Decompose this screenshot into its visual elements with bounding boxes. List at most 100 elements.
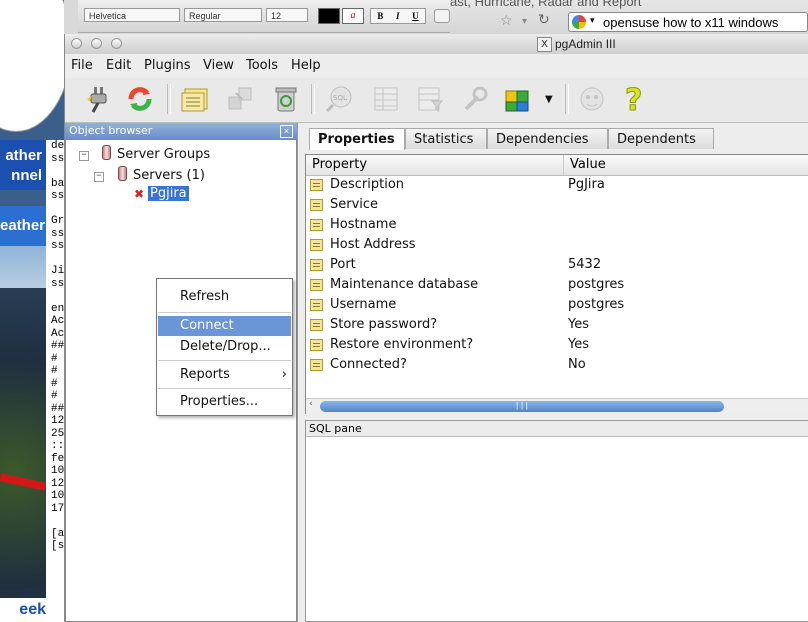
create-object-icon[interactable] xyxy=(225,84,255,114)
filtered-data-icon[interactable] xyxy=(415,84,445,114)
background-text-line: Gr xyxy=(51,215,65,227)
text-color-swatch[interactable] xyxy=(318,8,340,24)
context-menu: Refresh Connect Delete/Drop... Reports ›… xyxy=(156,278,293,416)
google-logo-icon xyxy=(572,15,586,29)
drop-trash-icon[interactable] xyxy=(271,84,301,114)
bookmark-star-icon[interactable]: ☆ xyxy=(500,13,513,29)
tab-properties[interactable]: Properties xyxy=(309,128,405,150)
property-row[interactable]: Username postgres xyxy=(306,295,808,315)
object-browser-title: Object browser xyxy=(69,124,153,137)
pgadmin-window: X pgAdmin III File Edit Plugins View Too… xyxy=(64,34,808,622)
weather-map-image xyxy=(0,288,47,598)
horizontal-scrollbar[interactable]: ‹ ||| xyxy=(306,398,808,414)
context-menu-connect[interactable]: Connect xyxy=(158,316,291,336)
background-text-line: ss xyxy=(51,240,65,252)
tab-dependencies[interactable]: Dependencies xyxy=(487,128,608,149)
minimize-window-button[interactable] xyxy=(91,38,102,49)
tree-item-server-groups[interactable]: Server Groups xyxy=(102,145,210,162)
tree-item-server-pgjira[interactable]: ✖ Pgjira xyxy=(134,186,189,201)
column-header-value[interactable]: Value xyxy=(564,155,808,175)
font-style-select[interactable]: Regular xyxy=(184,8,262,22)
tree-label-selected: Pgjira xyxy=(148,186,189,201)
format-toolbar: Helvetica Regular 12 a BIU xyxy=(78,0,450,33)
context-menu-properties[interactable]: Properties... xyxy=(158,392,291,412)
tab-statistics[interactable]: Statistics xyxy=(405,128,487,149)
sql-pane-header: SQL pane xyxy=(306,421,808,437)
weather-sky-image xyxy=(0,246,46,288)
property-row[interactable]: Host Address xyxy=(306,235,808,255)
background-text-line xyxy=(46,290,66,303)
align-icon[interactable] xyxy=(434,9,450,23)
close-icon[interactable]: × xyxy=(280,125,293,138)
collapse-server-groups-icon[interactable]: − xyxy=(79,151,89,161)
plugins-dropdown-icon[interactable]: ▼ xyxy=(545,94,553,105)
browser-tab-title: ast, Hurricane, Radar and Report xyxy=(450,0,642,9)
context-menu-delete-drop[interactable]: Delete/Drop... xyxy=(158,337,291,357)
menu-help[interactable]: Help xyxy=(291,58,321,73)
context-menu-reports[interactable]: Reports › xyxy=(158,365,291,385)
property-row[interactable]: Restore environment? Yes xyxy=(306,335,808,355)
property-row[interactable]: Description PgJira xyxy=(306,175,808,195)
property-value: postgres xyxy=(568,277,625,292)
x11-icon: X xyxy=(537,37,552,52)
property-value: Yes xyxy=(568,317,589,332)
clock-widget xyxy=(0,0,64,132)
sql-query-icon[interactable]: SQL xyxy=(325,84,355,114)
zoom-window-button[interactable] xyxy=(111,38,122,49)
property-row[interactable]: Hostname xyxy=(306,215,808,235)
property-row[interactable]: Store password? Yes xyxy=(306,315,808,335)
view-data-icon[interactable] xyxy=(371,84,401,114)
background-text-line: Ac xyxy=(51,327,65,340)
highlight-color-swatch[interactable]: a xyxy=(342,8,364,24)
guru-hints-icon[interactable] xyxy=(577,84,607,114)
connect-plug-icon[interactable] xyxy=(83,84,113,114)
history-dropdown-icon[interactable]: ▾ xyxy=(522,16,527,27)
column-header-property[interactable]: Property xyxy=(306,155,564,175)
property-value: Yes xyxy=(568,337,589,352)
properties-list: Property Value Description PgJira Service H… xyxy=(305,154,808,414)
menu-plugins[interactable]: Plugins xyxy=(144,58,191,73)
plugins-puzzle-icon[interactable] xyxy=(503,84,533,114)
scrollbar-thumb[interactable]: ||| xyxy=(320,401,724,412)
background-text-line: de xyxy=(51,140,65,152)
menu-view[interactable]: View xyxy=(203,58,234,73)
background-text-line: fe xyxy=(51,452,65,465)
close-window-button[interactable] xyxy=(71,38,82,49)
property-row[interactable]: Connected? No xyxy=(306,355,808,375)
font-family-select[interactable]: Helvetica xyxy=(84,8,180,22)
property-value: 5432 xyxy=(568,257,602,272)
search-field[interactable]: opensuse how to x11 windows xyxy=(568,12,808,32)
property-row[interactable]: Service xyxy=(306,195,808,215)
window-titlebar: X pgAdmin III xyxy=(65,34,808,55)
background-text-line: Jir xyxy=(51,265,66,277)
background-text-line: en xyxy=(51,302,65,315)
reload-icon[interactable]: ↻ xyxy=(538,12,550,28)
menu-file[interactable]: File xyxy=(71,58,93,73)
background-text-line: 10 xyxy=(51,490,65,502)
background-text-column: dessbassGrssssJirssenAcAc### I## I# v##1… xyxy=(46,140,66,622)
properties-icon[interactable] xyxy=(181,84,211,114)
property-name: Connected? xyxy=(330,357,407,372)
property-icon xyxy=(310,319,323,331)
property-name: Description xyxy=(330,177,405,192)
text-style-buttons[interactable]: BIU xyxy=(370,8,426,24)
submenu-arrow-icon: › xyxy=(281,367,287,382)
search-engine-dropdown-icon[interactable]: ▾ xyxy=(590,16,595,26)
collapse-servers-icon[interactable]: − xyxy=(94,172,104,182)
font-size-select[interactable]: 12 xyxy=(266,8,308,22)
tree-item-servers[interactable]: Servers (1) xyxy=(118,166,205,183)
menubar: File Edit Plugins View Tools Help xyxy=(65,54,808,78)
menu-edit[interactable]: Edit xyxy=(106,58,131,73)
refresh-icon[interactable] xyxy=(125,84,155,114)
tree-label: Servers (1) xyxy=(133,168,205,183)
background-text-line: ss xyxy=(51,190,65,202)
menu-tools[interactable]: Tools xyxy=(246,58,278,73)
property-row[interactable]: Port 5432 xyxy=(306,255,808,275)
disconnected-server-icon: ✖ xyxy=(134,187,145,201)
scroll-left-icon[interactable]: ‹ xyxy=(309,399,313,409)
context-menu-refresh[interactable]: Refresh xyxy=(158,287,291,307)
tab-dependents[interactable]: Dependents xyxy=(608,128,714,149)
property-row[interactable]: Maintenance database postgres xyxy=(306,275,808,295)
help-question-icon[interactable]: ? xyxy=(621,84,651,114)
maintenance-wrench-icon[interactable] xyxy=(459,84,489,114)
